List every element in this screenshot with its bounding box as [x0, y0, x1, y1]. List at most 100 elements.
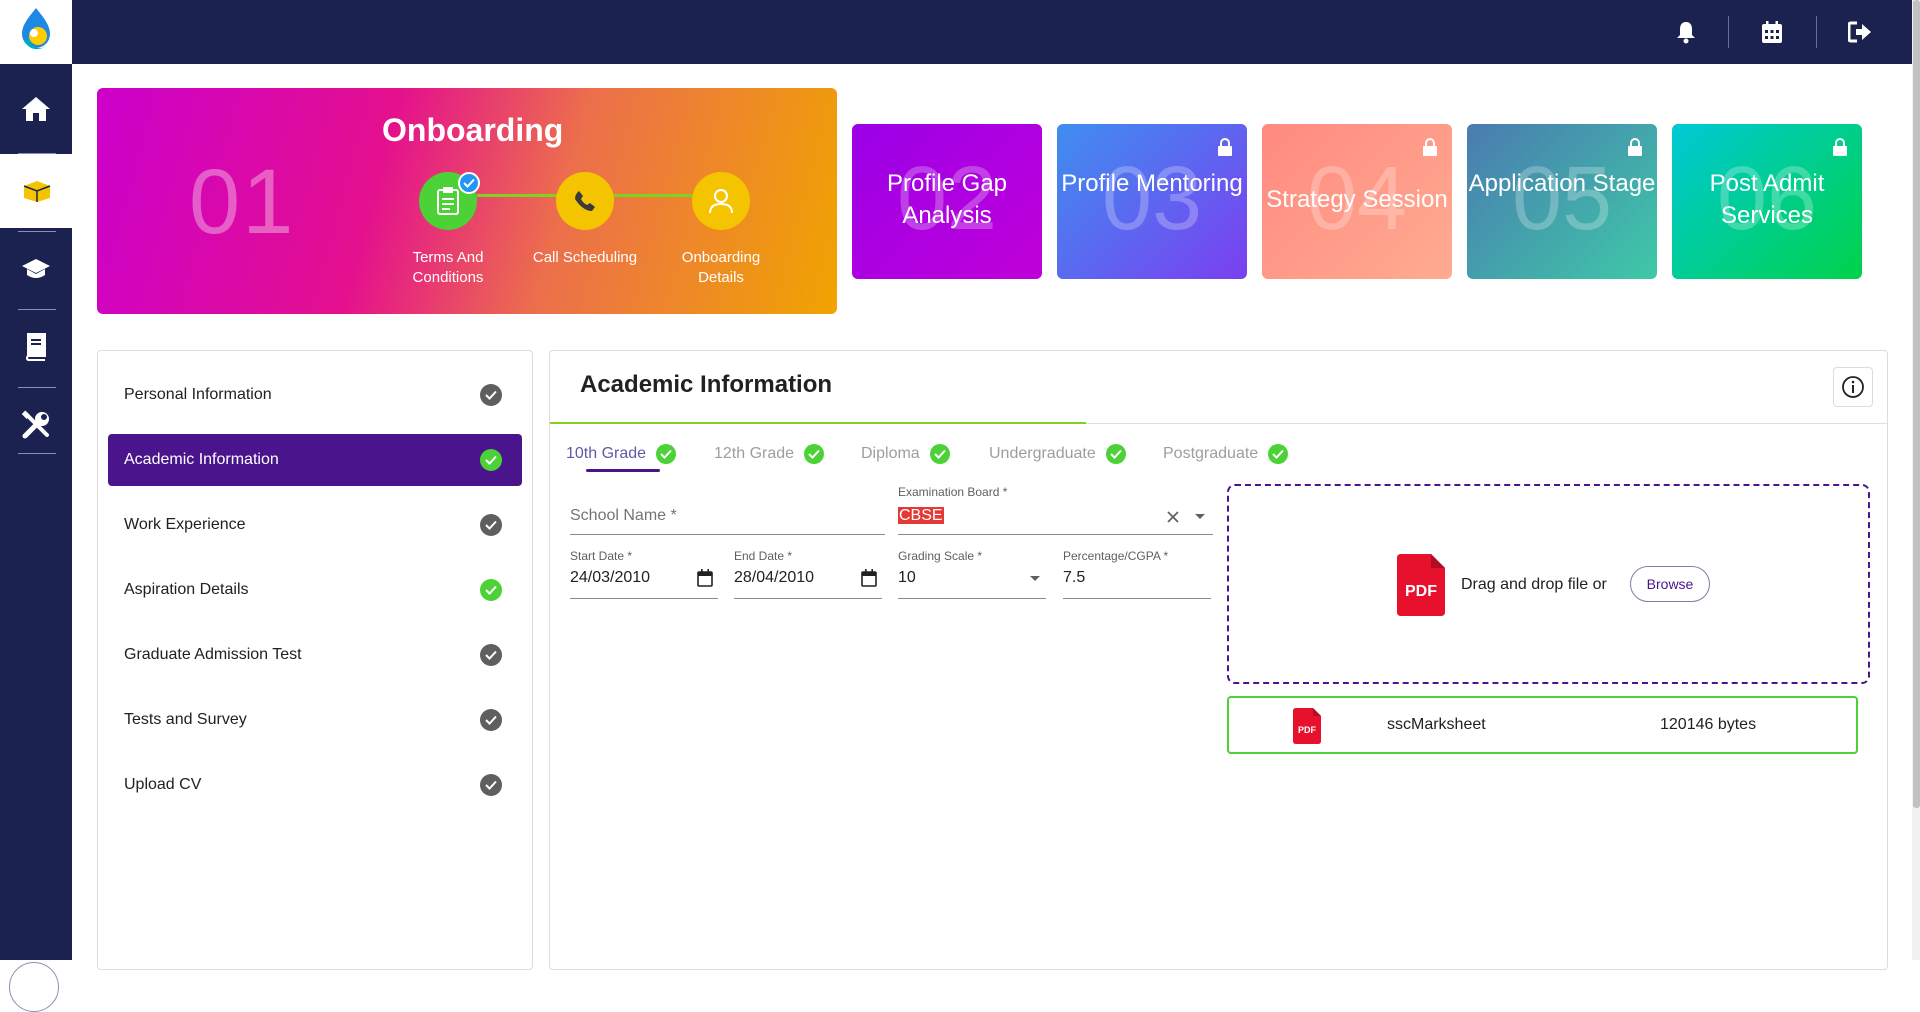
- uploaded-file-row[interactable]: PDF sscMarksheet 120146 bytes: [1227, 696, 1858, 754]
- check-circle-icon: [804, 444, 825, 464]
- field-underline: [898, 598, 1046, 599]
- sidebar-item-onboarding[interactable]: [0, 154, 73, 228]
- onboarding-box-icon: [23, 181, 50, 202]
- lock-icon: [1833, 138, 1847, 156]
- stage-card-strategy-session[interactable]: 04 Strategy Session: [1262, 124, 1452, 279]
- stage-card-post-admit-services[interactable]: 06 Post Admit Services: [1672, 124, 1862, 279]
- calendar-icon[interactable]: [1758, 18, 1786, 46]
- tab-12th-grade[interactable]: 12th Grade: [714, 439, 825, 469]
- field-underline: [570, 598, 718, 599]
- step-onboarding-details[interactable]: [692, 172, 750, 230]
- tab-label: 12th Grade: [714, 445, 795, 462]
- nav-item-aspiration-details[interactable]: Aspiration Details: [108, 564, 522, 616]
- nav-item-academic-information[interactable]: Academic Information: [108, 434, 522, 486]
- field-underline: [1063, 598, 1211, 599]
- field-underline: [898, 534, 1213, 535]
- tab-label: Diploma: [861, 445, 920, 462]
- nav-item-tests-and-survey[interactable]: Tests and Survey: [108, 694, 522, 746]
- check-circle-icon: [480, 579, 502, 601]
- examination-board-select[interactable]: Examination Board * CBSE: [898, 485, 1213, 535]
- step-connector: [613, 194, 695, 197]
- tab-diploma[interactable]: Diploma: [861, 439, 950, 469]
- school-name-field[interactable]: School Name *: [570, 501, 885, 535]
- check-circle-icon: [480, 514, 502, 536]
- tab-label: Postgraduate: [1163, 445, 1259, 462]
- user-icon: [709, 189, 733, 214]
- nav-item-label: Personal Information: [124, 386, 272, 403]
- browse-button[interactable]: Browse: [1630, 566, 1710, 602]
- info-button[interactable]: [1833, 367, 1873, 407]
- nav-item-work-experience[interactable]: Work Experience: [108, 499, 522, 551]
- file-dropzone[interactable]: PDF Drag and drop file or Browse: [1227, 484, 1870, 684]
- stage-label: Application Stage: [1468, 170, 1656, 197]
- field-label: Grading Scale *: [898, 549, 983, 563]
- sidebar-item-home[interactable]: [0, 72, 72, 146]
- home-icon: [22, 97, 50, 121]
- app-logo[interactable]: [0, 0, 72, 64]
- lock-icon: [1218, 138, 1232, 156]
- stage-card-application-stage[interactable]: 05 Application Stage: [1467, 124, 1657, 279]
- file-name: sscMarksheet: [1387, 716, 1486, 733]
- bell-icon[interactable]: [1672, 18, 1700, 46]
- field-underline: [570, 534, 885, 535]
- start-date-input[interactable]: Start Date * 24/03/2010: [570, 549, 718, 599]
- stage-label: Profile Mentoring: [1061, 170, 1243, 197]
- page-scrollbar-thumb[interactable]: [1913, 0, 1920, 808]
- field-label: Percentage/CGPA *: [1063, 549, 1169, 563]
- end-date-input[interactable]: End Date * 28/04/2010: [734, 549, 882, 599]
- field-label: Examination Board *: [898, 485, 1008, 499]
- lock-icon: [1423, 138, 1437, 156]
- calendar-icon[interactable]: [861, 569, 877, 587]
- pdf-badge: PDF: [1405, 583, 1437, 600]
- nav-item-upload-cv[interactable]: Upload CV: [108, 759, 522, 811]
- sidebar-divider: [18, 453, 56, 454]
- stage-number: 01: [189, 151, 296, 253]
- sidebar-item-education[interactable]: [0, 232, 72, 306]
- clear-icon[interactable]: [1166, 510, 1180, 524]
- caret-down-icon[interactable]: [1194, 513, 1206, 521]
- step-label: Call Scheduling: [532, 249, 638, 266]
- check-badge-icon: [458, 172, 480, 194]
- tab-undergraduate[interactable]: Undergraduate: [989, 439, 1126, 469]
- top-bar: [0, 0, 1912, 64]
- nav-item-label: Aspiration Details: [124, 581, 249, 598]
- field-value: 24/03/2010: [570, 569, 651, 586]
- stage-label: Profile Gap Analysis: [886, 170, 1008, 229]
- nav-item-graduate-admission-test[interactable]: Graduate Admission Test: [108, 629, 522, 681]
- step-label: Terms And Conditions: [412, 249, 484, 286]
- check-circle-icon: [1268, 444, 1289, 464]
- info-icon: [1842, 376, 1864, 398]
- title-underline: [550, 422, 1086, 424]
- step-call-scheduling[interactable]: [556, 172, 614, 230]
- logout-icon[interactable]: [1846, 18, 1874, 46]
- active-tab-indicator: [586, 469, 660, 472]
- grading-scale-select[interactable]: Grading Scale * 10: [898, 549, 1046, 599]
- logo-icon: [22, 8, 50, 50]
- stage-label: Post Admit Services: [1709, 170, 1825, 229]
- onboarding-card[interactable]: 01 Onboarding Terms And Conditions Call …: [97, 88, 837, 314]
- stage-card-profile-mentoring[interactable]: 03 Profile Mentoring: [1057, 124, 1247, 279]
- graduation-cap-icon: [22, 259, 50, 278]
- pdf-file-icon: PDF: [1397, 554, 1445, 616]
- nav-item-personal-information[interactable]: Personal Information: [108, 369, 522, 421]
- check-circle-icon: [480, 644, 502, 666]
- check-circle-icon: [480, 774, 502, 796]
- sidebar-item-library[interactable]: [0, 310, 72, 384]
- tab-postgraduate[interactable]: Postgraduate: [1163, 439, 1289, 469]
- file-size: 120146 bytes: [1660, 716, 1757, 733]
- tab-label: Undergraduate: [989, 445, 1096, 462]
- check-circle-icon: [480, 384, 502, 406]
- sidebar-item-tools[interactable]: [0, 388, 72, 462]
- caret-down-icon: [1030, 576, 1040, 581]
- percentage-cgpa-input[interactable]: Percentage/CGPA * 7.5: [1063, 549, 1211, 599]
- field-label: Start Date *: [570, 549, 633, 563]
- stage-card-profile-gap-analysis[interactable]: 02 Profile Gap Analysis: [852, 124, 1042, 279]
- sidebar-expand-button[interactable]: [9, 962, 59, 1012]
- tab-10th-grade[interactable]: 10th Grade: [566, 439, 677, 469]
- tools-icon: [21, 410, 49, 439]
- sidebar: [0, 64, 73, 1012]
- step-label: Onboarding Details: [681, 249, 761, 286]
- calendar-icon[interactable]: [697, 569, 713, 587]
- selected-value: CBSE: [898, 507, 944, 524]
- onboarding-title: Onboarding: [382, 112, 564, 148]
